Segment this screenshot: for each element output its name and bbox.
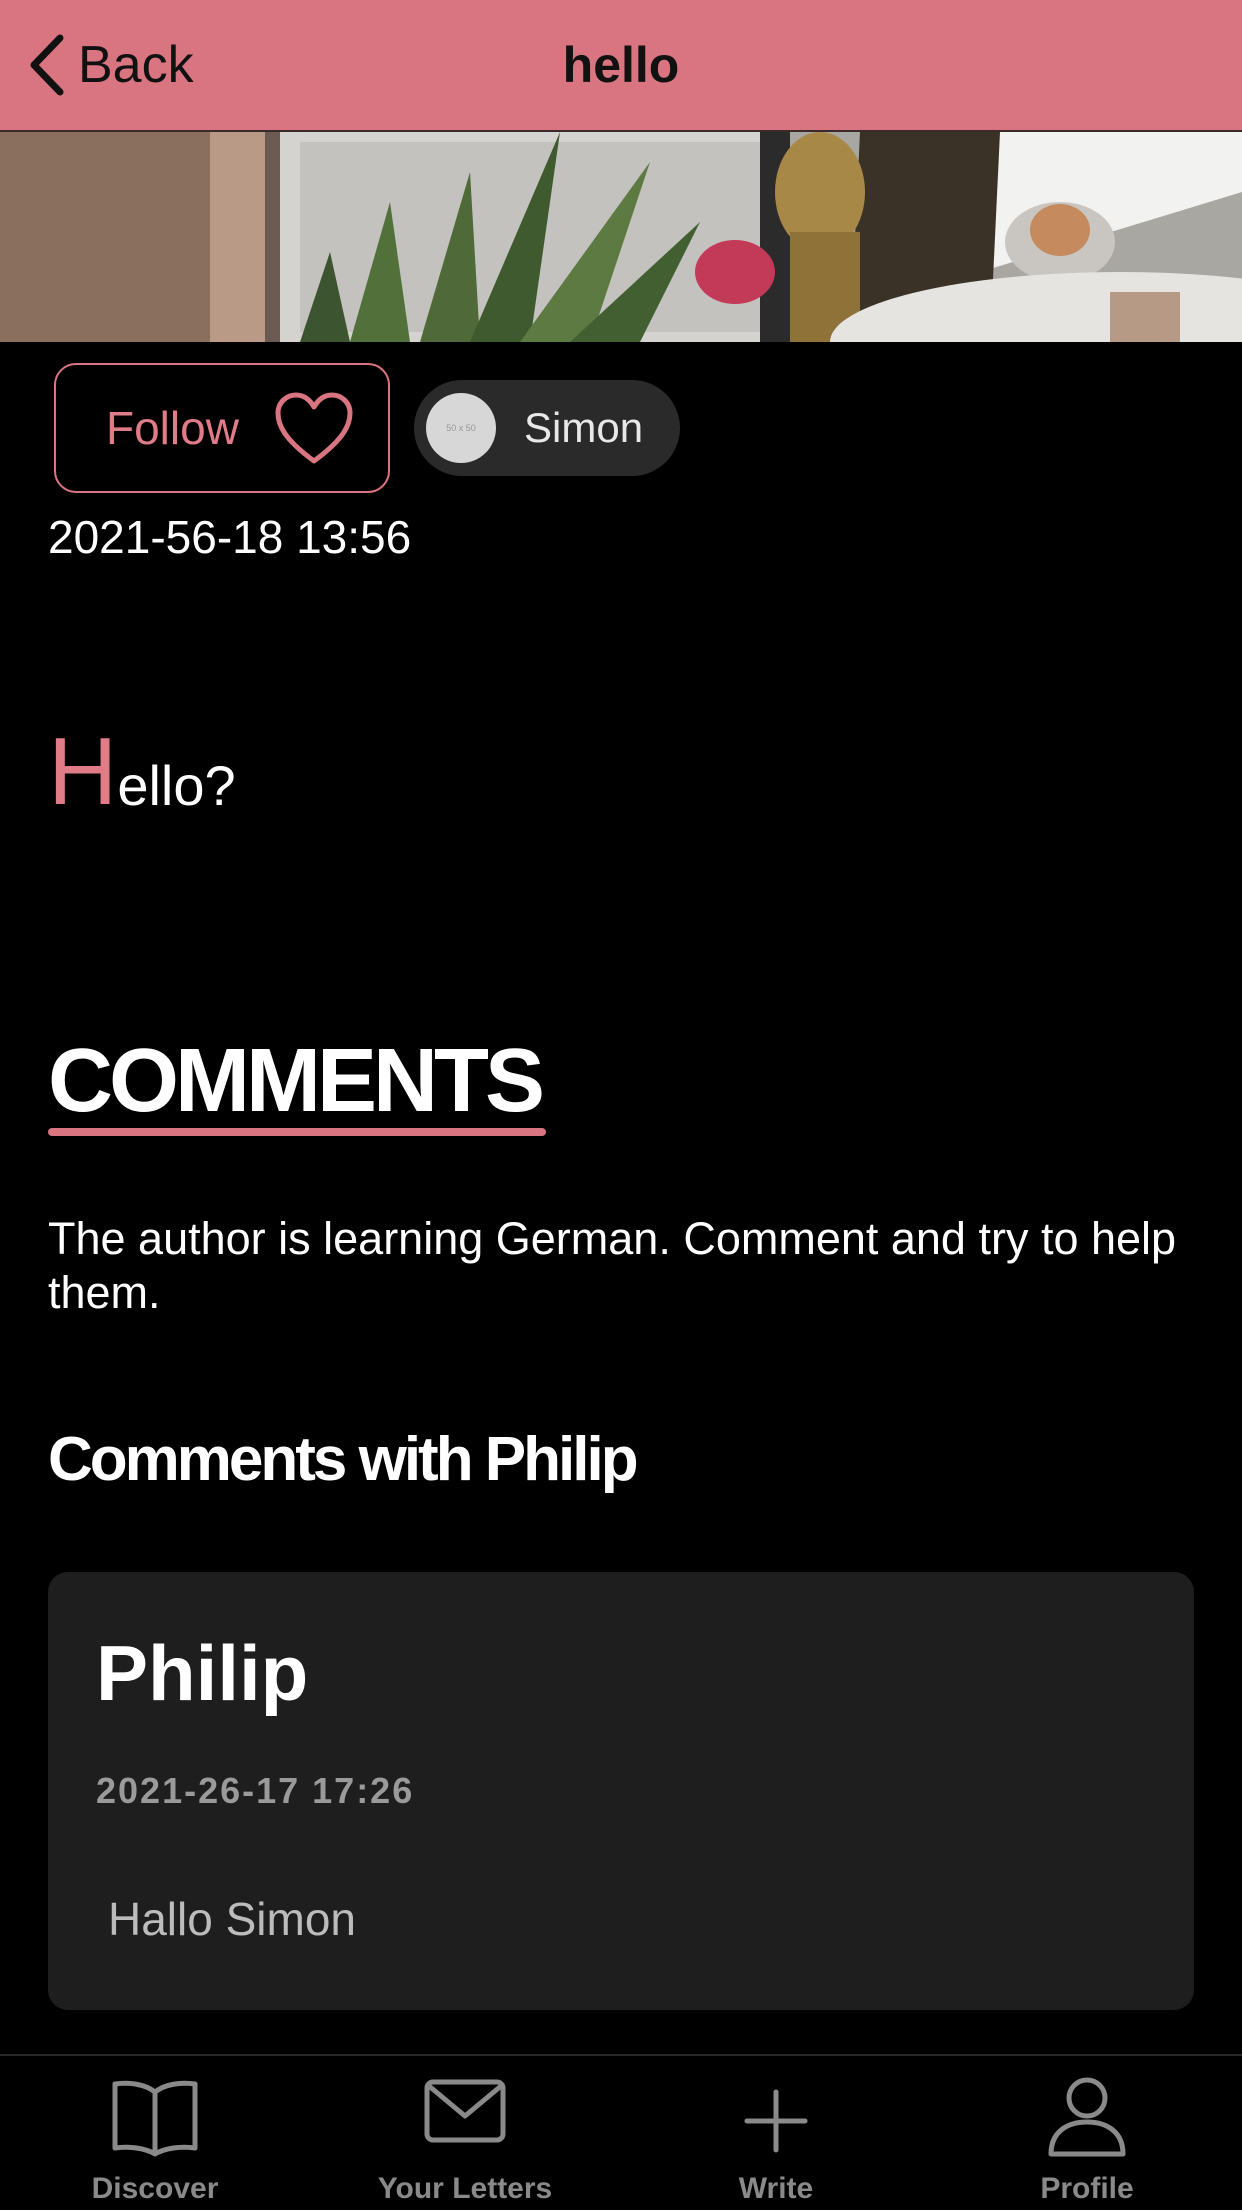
tab-bar: Discover Your Letters Write Profile (0, 2054, 1242, 2210)
author-name: Simon (524, 404, 644, 451)
avatar: 50 x 50 (426, 393, 496, 463)
letter-body: H ello? (48, 720, 236, 820)
tab-profile[interactable]: Profile (932, 2056, 1242, 2210)
comment-text: Hallo Simon (108, 1893, 356, 1945)
tab-label: Profile (1040, 2172, 1134, 2205)
follow-label: Follow (106, 402, 239, 454)
author-chip[interactable]: 50 x 50 Simon (414, 380, 680, 476)
page-title: hello (562, 37, 680, 93)
person-icon (1048, 2077, 1126, 2157)
tab-discover[interactable]: Discover (0, 2056, 310, 2210)
comments-heading: COMMENTS (48, 1031, 545, 1131)
drop-cap: H (48, 718, 118, 825)
tab-label: Write (738, 2172, 814, 2205)
letter-cover-image (0, 132, 1242, 342)
avatar-placeholder-text: 50 x 50 (446, 423, 476, 433)
tab-label: Your Letters (377, 2172, 553, 2205)
tab-your-letters[interactable]: Your Letters (310, 2056, 620, 2210)
comment-date: 2021-26-17 17:26 (96, 1770, 415, 1811)
plus-icon (744, 2089, 808, 2153)
envelope-icon (424, 2079, 506, 2143)
letter-text: ello? (117, 754, 236, 817)
tab-write[interactable]: Write (621, 2056, 931, 2210)
follow-button[interactable]: Follow (54, 363, 390, 493)
thread-title: Comments with Philip (48, 1425, 639, 1494)
comment-author: Philip (96, 1629, 309, 1717)
comments-underline (48, 1128, 546, 1136)
tab-label: Discover (91, 2172, 219, 2205)
nav-header: Back hello (0, 0, 1242, 132)
post-date: 2021-56-18 13:56 (48, 511, 412, 563)
book-icon (112, 2080, 198, 2157)
comment-card[interactable]: Philip 2021-26-17 17:26 Hallo Simon (48, 1572, 1194, 2010)
comments-note: The author is learning German. Comment a… (48, 1213, 1177, 1318)
heart-icon (275, 392, 353, 464)
